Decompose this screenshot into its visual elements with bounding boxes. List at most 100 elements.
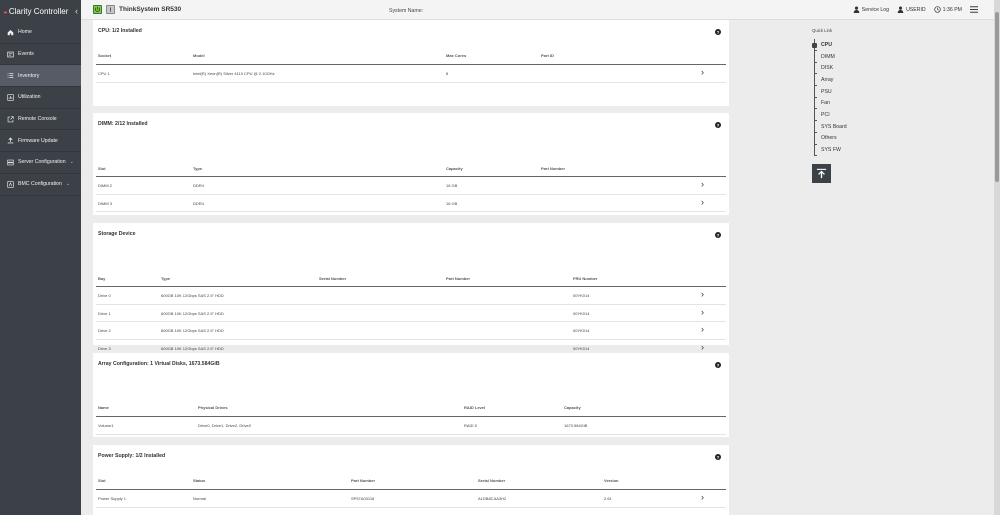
- chevron-right-icon[interactable]: ›: [701, 197, 704, 207]
- cpu-column-header[interactable]: Part ID: [541, 53, 554, 58]
- storage-cell: 600GB 10K 12Gbps SAS 2.5" HDD: [161, 293, 224, 298]
- help-icon[interactable]: ?: [715, 362, 721, 368]
- help-icon[interactable]: ?: [715, 29, 721, 35]
- brand[interactable]: ◒ Clarity Controller ‹: [0, 0, 81, 22]
- psu-cell: Normal: [193, 496, 206, 501]
- quick-link-dimm[interactable]: DIMM: [814, 51, 892, 63]
- help-icon[interactable]: ?: [715, 122, 721, 128]
- clock-time: 1:36 PM: [942, 6, 962, 13]
- array-cell: Drive0, Drive1, Drive2, Drive3: [198, 423, 251, 428]
- storage-column-header[interactable]: FRU Number: [573, 276, 597, 281]
- page-scrollbar[interactable]: [994, 0, 1000, 515]
- upload-icon: [7, 137, 14, 144]
- help-icon[interactable]: ?: [715, 232, 721, 238]
- cpu-cell: 8: [446, 71, 449, 76]
- dimm-cell: DDR4: [193, 183, 204, 188]
- storage-column-header[interactable]: Part Number: [446, 276, 470, 281]
- array-column-header[interactable]: Capacity: [564, 405, 581, 410]
- sidebar: ◒ Clarity Controller ‹ Home Events Invento…: [0, 0, 81, 515]
- quick-link-pci[interactable]: PCI: [814, 109, 892, 121]
- array-column-header[interactable]: RAID Level: [464, 405, 485, 410]
- psu-column-header[interactable]: Slot: [98, 478, 106, 483]
- cpu-table-row[interactable]: CPU 1 Intel(R) Xeon(R) Silver 4110 CPU @ …: [96, 65, 726, 83]
- array-column-header[interactable]: Name: [98, 405, 109, 410]
- dimm-cell: DDR4: [193, 200, 204, 206]
- sidebar-item-events[interactable]: Events: [0, 44, 81, 66]
- power-status-icon[interactable]: [93, 5, 102, 14]
- quick-link-cpu[interactable]: CPU: [812, 39, 892, 51]
- array-column-header[interactable]: Physical Drives: [198, 405, 228, 410]
- sidebar-item-label: Utilization: [18, 94, 41, 101]
- storage-cell: Drive 2: [98, 328, 111, 334]
- quick-link-array[interactable]: Array: [814, 74, 892, 86]
- quick-link-disk[interactable]: DISK: [814, 62, 892, 75]
- sidebar-item-inventory[interactable]: Inventory: [0, 65, 81, 88]
- storage-cell: Drive 0: [98, 293, 111, 298]
- storage-table-row[interactable]: Drive 1 600GB 10K 12Gbps SAS 2.5" HDD 00YK…: [96, 305, 726, 323]
- array-card: Array Configuration: 1 Virtual Disks, 16…: [93, 353, 729, 437]
- chevron-right-icon[interactable]: ›: [701, 290, 704, 299]
- quick-link-sys-fw[interactable]: SYS FW: [814, 144, 892, 156]
- hamburger-menu-icon[interactable]: [970, 6, 978, 13]
- dimm-column-header[interactable]: Part Number: [541, 166, 565, 171]
- service-log-button[interactable]: Service Log: [853, 6, 889, 13]
- dimm-table-row[interactable]: DIMM 3 DDR4 16 GB ›: [96, 195, 726, 213]
- storage-column-header[interactable]: Bay: [98, 276, 105, 281]
- back-to-top-button[interactable]: [812, 164, 831, 183]
- psu-column-header[interactable]: Serial Number: [478, 478, 505, 483]
- quick-link-others[interactable]: Others: [814, 133, 892, 145]
- cpu-column-header[interactable]: Socket: [98, 53, 111, 58]
- brand-logo: ◒: [3, 6, 8, 16]
- user-menu-button[interactable]: USERID: [897, 6, 926, 13]
- storage-column-header[interactable]: Type: [161, 276, 170, 281]
- array-table-row: Volume1 Drive0, Drive1, Drive2, Drive3 RAI…: [96, 417, 726, 435]
- cpu-cell: CPU 1: [98, 71, 110, 76]
- dimm-column-header[interactable]: Type: [193, 166, 202, 171]
- help-icon[interactable]: ?: [715, 454, 721, 460]
- psu-column-header[interactable]: Version: [604, 478, 618, 483]
- cpu-column-header[interactable]: Model: [193, 53, 205, 58]
- sidebar-item-server-configuration[interactable]: Server Configuration ⌄: [0, 152, 81, 174]
- chevron-right-icon[interactable]: ›: [701, 307, 704, 317]
- dimm-column-header[interactable]: Capacity: [446, 166, 463, 171]
- service-log-label: Service Log: [861, 6, 890, 13]
- array-cell: 1673.584GiB: [564, 423, 588, 428]
- sidebar-item-label: Home: [18, 29, 32, 36]
- sidebar-item-firmware-update[interactable]: Firmware Update: [0, 130, 81, 153]
- storage-table-row[interactable]: Drive 0 600GB 10K 12Gbps SAS 2.5" HDD 00YK…: [96, 287, 726, 305]
- cpu-column-header[interactable]: Max Cores: [446, 53, 466, 58]
- scrollbar-thumb[interactable]: [995, 12, 999, 182]
- quick-link-sys-board[interactable]: SYS Board: [814, 121, 892, 133]
- dimm-table-row[interactable]: DIMM 2 DDR4 16 GB ›: [96, 177, 726, 195]
- sidebar-item-remote-console[interactable]: Remote Console: [0, 109, 81, 131]
- inventory-content: CPU: 1/2 Installed ? Socket Model Max Core…: [81, 20, 808, 515]
- sidebar-item-home[interactable]: Home: [0, 22, 81, 44]
- psu-column-header[interactable]: Status: [193, 478, 205, 483]
- bmc-icon: [7, 181, 14, 188]
- list-icon: [7, 72, 14, 79]
- events-icon: [7, 51, 14, 58]
- chart-icon: [7, 94, 14, 101]
- person-icon: [853, 6, 859, 13]
- chevron-right-icon[interactable]: ›: [701, 342, 704, 352]
- psu-column-header[interactable]: Part Number: [351, 478, 375, 483]
- storage-cell: 600GB 10K 12Gbps SAS 2.5" HDD: [161, 310, 224, 316]
- quick-link-psu[interactable]: PSU: [814, 86, 892, 98]
- chevron-right-icon[interactable]: ›: [701, 325, 704, 334]
- cpu-title: CPU: 1/2 Installed: [98, 28, 142, 34]
- storage-table-row[interactable]: Drive 2 600GB 10K 12Gbps SAS 2.5" HDD 00YK…: [96, 322, 726, 340]
- sidebar-item-utilization[interactable]: Utilization: [0, 87, 81, 109]
- storage-cell: 600GB 10K 12Gbps SAS 2.5" HDD: [161, 345, 224, 351]
- storage-cell: 00YK014: [573, 293, 590, 298]
- sidebar-item-bmc-configuration[interactable]: BMC Configuration ⌄: [0, 174, 81, 196]
- dimm-column-header[interactable]: Slot: [98, 166, 106, 171]
- chevron-right-icon[interactable]: ›: [701, 493, 704, 502]
- info-icon[interactable]: [106, 5, 115, 14]
- dimm-card: DIMM: 2/12 Installed ? Slot Type Capacity P…: [93, 113, 729, 215]
- chevron-right-icon[interactable]: ›: [701, 180, 704, 189]
- quick-link-fan[interactable]: Fan: [814, 97, 892, 110]
- psu-table-row[interactable]: Power Supply 1 Normal SP57A03118 A1DB8CAA3H…: [96, 490, 726, 508]
- storage-column-header[interactable]: Serial Number: [319, 276, 346, 281]
- chevron-right-icon[interactable]: ›: [701, 68, 704, 77]
- collapse-sidebar-icon[interactable]: ‹: [75, 6, 78, 16]
